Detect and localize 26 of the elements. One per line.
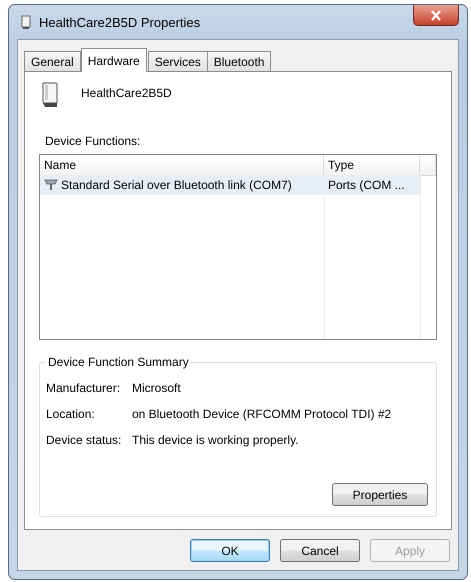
port-icon: [44, 179, 58, 191]
column-header[interactable]: Type: [324, 155, 420, 176]
device-icon: [21, 15, 31, 29]
dialog-button[interactable]: Cancel: [280, 539, 360, 562]
tab[interactable]: Hardware: [80, 48, 147, 72]
close-button[interactable]: [413, 5, 459, 26]
window-title: HealthCare2B5D Properties: [39, 14, 202, 30]
tab[interactable]: Bluetooth: [206, 51, 272, 72]
group-title: Device Function Summary: [46, 355, 191, 369]
field-value: This device is working properly.: [132, 433, 300, 447]
dialog-button[interactable]: OK: [190, 539, 270, 562]
field-label: Manufacturer:: [46, 381, 122, 395]
tab[interactable]: Services: [148, 51, 208, 72]
properties-button[interactable]: Properties: [332, 483, 428, 506]
field-label: Device status:: [46, 433, 122, 447]
list-row[interactable]: Standard Serial over Bluetooth link (COM7): [40, 175, 324, 195]
field-label: Location:: [46, 407, 96, 421]
column-header[interactable]: Name: [40, 155, 324, 176]
device-name: HealthCare2B5D: [81, 86, 172, 100]
close-icon: [430, 10, 442, 20]
field-value: on Bluetooth Device (RFCOMM Protocol TDI) #2: [132, 407, 392, 421]
device-icon: [41, 82, 59, 108]
tab[interactable]: General: [24, 51, 81, 72]
table-cell: Ports (COM ...: [324, 175, 420, 195]
list-label: Device Functions:: [45, 134, 140, 148]
field-value: Microsoft: [132, 381, 182, 395]
